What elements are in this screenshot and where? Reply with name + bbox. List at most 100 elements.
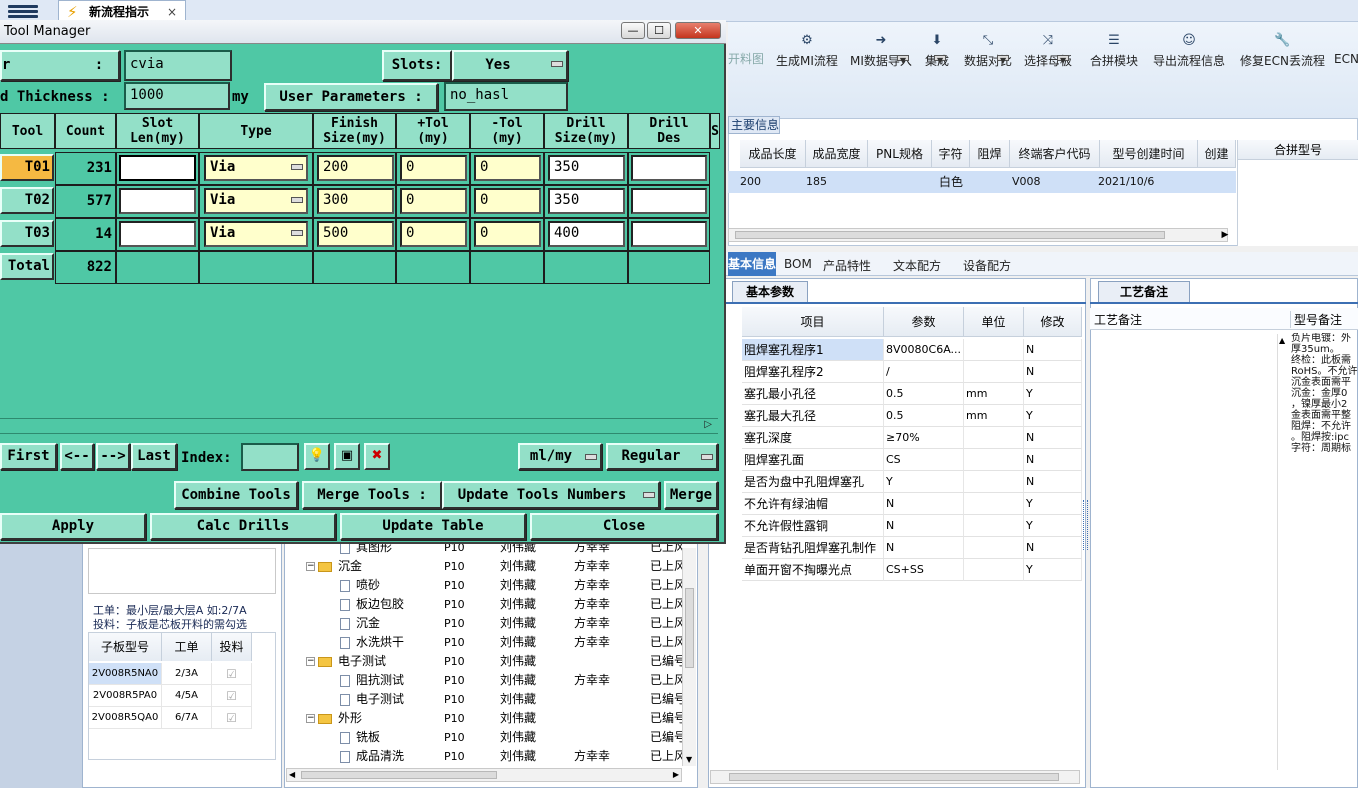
param-modified[interactable]: N	[1024, 427, 1082, 449]
plus-tol-input[interactable]: 0	[400, 221, 467, 247]
thickness-field[interactable]: 1000	[124, 82, 230, 110]
total-button[interactable]: Total	[0, 253, 54, 280]
ribbon-generate-mi[interactable]: ⚙ 生成MI流程	[776, 32, 838, 69]
param-modified[interactable]: Y	[1024, 515, 1082, 537]
param-unit[interactable]: mm	[964, 405, 1024, 427]
table-cell[interactable]	[868, 171, 932, 193]
type-select[interactable]: Via	[204, 221, 308, 247]
col-header-partial[interactable]: S	[710, 113, 720, 149]
update-table-button[interactable]: Update Table	[340, 513, 526, 540]
sub-board-model[interactable]: 2V008R5PA0	[89, 685, 162, 707]
param-unit[interactable]	[964, 559, 1024, 581]
vertical-scrollbar[interactable]: ▼	[682, 548, 696, 766]
param-name[interactable]: 是否为盘中孔阻焊塞孔	[742, 471, 884, 493]
param-name[interactable]: 不允许假性露铜	[742, 515, 884, 537]
ribbon-integrate[interactable]: ⬇集成▼	[925, 32, 949, 69]
minus-tol-input[interactable]: 0	[474, 221, 541, 247]
drill-size-input[interactable]: 350	[548, 188, 625, 214]
finish-size-input[interactable]: 200	[317, 155, 394, 181]
apply-button[interactable]: Apply	[0, 513, 146, 540]
col-header[interactable]: 子板型号	[89, 633, 162, 661]
tool-select-button[interactable]: T01	[0, 154, 54, 181]
param-name[interactable]: 阻焊塞孔面	[742, 449, 884, 471]
param-modified[interactable]: Y	[1024, 383, 1082, 405]
collapse-icon[interactable]: −	[306, 714, 315, 723]
col-header[interactable]: 终端客户代码	[1010, 140, 1100, 168]
horizontal-scrollbar[interactable]	[710, 770, 1080, 784]
param-unit[interactable]: mm	[964, 383, 1024, 405]
tab-device-recipe[interactable]: 设备配方	[963, 257, 1011, 274]
work-order[interactable]: 2/3A	[162, 663, 212, 685]
sub-board-model[interactable]: 2V008R5QA0	[89, 707, 162, 729]
col-header-minus-tol[interactable]: -Tol (my)	[470, 113, 544, 149]
tool-select-button[interactable]: T03	[0, 220, 54, 247]
horizontal-scrollbar[interactable]	[728, 228, 1228, 242]
col-header-finish-size[interactable]: Finish Size(my)	[313, 113, 396, 149]
param-name[interactable]: 不允许有绿油帽	[742, 493, 884, 515]
param-unit[interactable]	[964, 361, 1024, 383]
grid-scrollbar[interactable]: ▷	[0, 418, 718, 434]
chevron-down-icon[interactable]: ▼	[997, 55, 1010, 65]
chevron-down-icon[interactable]: ▼	[1057, 55, 1070, 65]
tab-basic-info[interactable]: 基本信息	[728, 252, 776, 276]
param-name[interactable]: 是否背钻孔阻焊塞孔制作	[742, 537, 884, 559]
param-value[interactable]: CS	[884, 449, 964, 471]
col-header[interactable]: 单位	[964, 307, 1024, 337]
param-value[interactable]: N	[884, 493, 964, 515]
param-value[interactable]: N	[884, 537, 964, 559]
col-header-type[interactable]: Type	[199, 113, 313, 149]
work-order[interactable]: 6/7A	[162, 707, 212, 729]
param-value[interactable]: Y	[884, 471, 964, 493]
chevron-down-icon[interactable]: ▼	[896, 55, 909, 65]
user-params-label[interactable]: User Parameters :	[264, 83, 438, 111]
param-value[interactable]: 0.5	[884, 405, 964, 427]
lightbulb-icon[interactable]: 💡	[304, 443, 330, 470]
tab-new-flow[interactable]: ⚡ 新流程指示 ×	[58, 0, 186, 22]
menu-icon[interactable]	[8, 3, 38, 19]
col-header[interactable]: 成品长度	[740, 140, 806, 168]
param-modified[interactable]: Y	[1024, 405, 1082, 427]
calc-drills-button[interactable]: Calc Drills	[150, 513, 336, 540]
param-unit[interactable]	[964, 427, 1024, 449]
combine-tools-button[interactable]: Combine Tools	[174, 481, 298, 509]
sub-board-model[interactable]: 2V008R5NA0	[89, 663, 162, 685]
col-header[interactable]: 修改	[1024, 307, 1082, 337]
drill-des-input[interactable]	[631, 221, 707, 247]
param-name[interactable]: 塞孔最大孔径	[742, 405, 884, 427]
col-header[interactable]: 字符	[932, 140, 970, 168]
drill-des-input[interactable]	[631, 155, 707, 181]
col-header[interactable]: 参数	[884, 307, 964, 337]
col-header-drill-size[interactable]: Drill Size(my)	[544, 113, 628, 149]
vertical-scrollbar[interactable]: ▲	[1277, 334, 1287, 770]
col-header-count[interactable]: Count	[55, 113, 116, 149]
work-order[interactable]: 4/5A	[162, 685, 212, 707]
finish-size-input[interactable]: 300	[317, 188, 394, 214]
tab-main-info[interactable]: 主要信息	[728, 116, 780, 134]
ribbon-export-flow[interactable]: ☺ 导出流程信息	[1153, 32, 1225, 69]
feed-checkbox[interactable]: ☑	[212, 663, 252, 685]
tree-node[interactable]: − 沉金	[306, 557, 676, 576]
param-modified[interactable]: N	[1024, 339, 1082, 361]
minimize-button[interactable]: —	[621, 22, 645, 39]
mode-select[interactable]: Regular	[606, 443, 718, 470]
horizontal-scrollbar[interactable]: ◀ ▶	[286, 768, 682, 782]
merge-button[interactable]: Merge	[664, 481, 718, 509]
param-value[interactable]: /	[884, 361, 964, 383]
col-header-slot-len[interactable]: Slot Len(my)	[116, 113, 199, 149]
param-unit[interactable]	[964, 493, 1024, 515]
tab-process-remarks[interactable]: 工艺备注	[1098, 281, 1190, 303]
table-cell[interactable]	[970, 171, 1010, 193]
param-name[interactable]: 阻焊塞孔程序2	[742, 361, 884, 383]
col-header[interactable]: 型号创建时间	[1100, 140, 1198, 168]
drill-size-input[interactable]: 350	[548, 155, 625, 181]
col-header[interactable]: 项目	[742, 307, 884, 337]
type-select[interactable]: Via	[204, 188, 308, 214]
table-cell[interactable]: 2021/10/6	[1092, 171, 1198, 193]
slot-length-input[interactable]	[119, 155, 196, 181]
param-unit[interactable]	[964, 471, 1024, 493]
plus-tol-input[interactable]: 0	[400, 155, 467, 181]
slots-select[interactable]: Yes	[452, 50, 568, 81]
table-cell[interactable]: 200	[728, 171, 806, 193]
minus-tol-input[interactable]: 0	[474, 188, 541, 214]
prev-button[interactable]: <--	[60, 443, 94, 470]
